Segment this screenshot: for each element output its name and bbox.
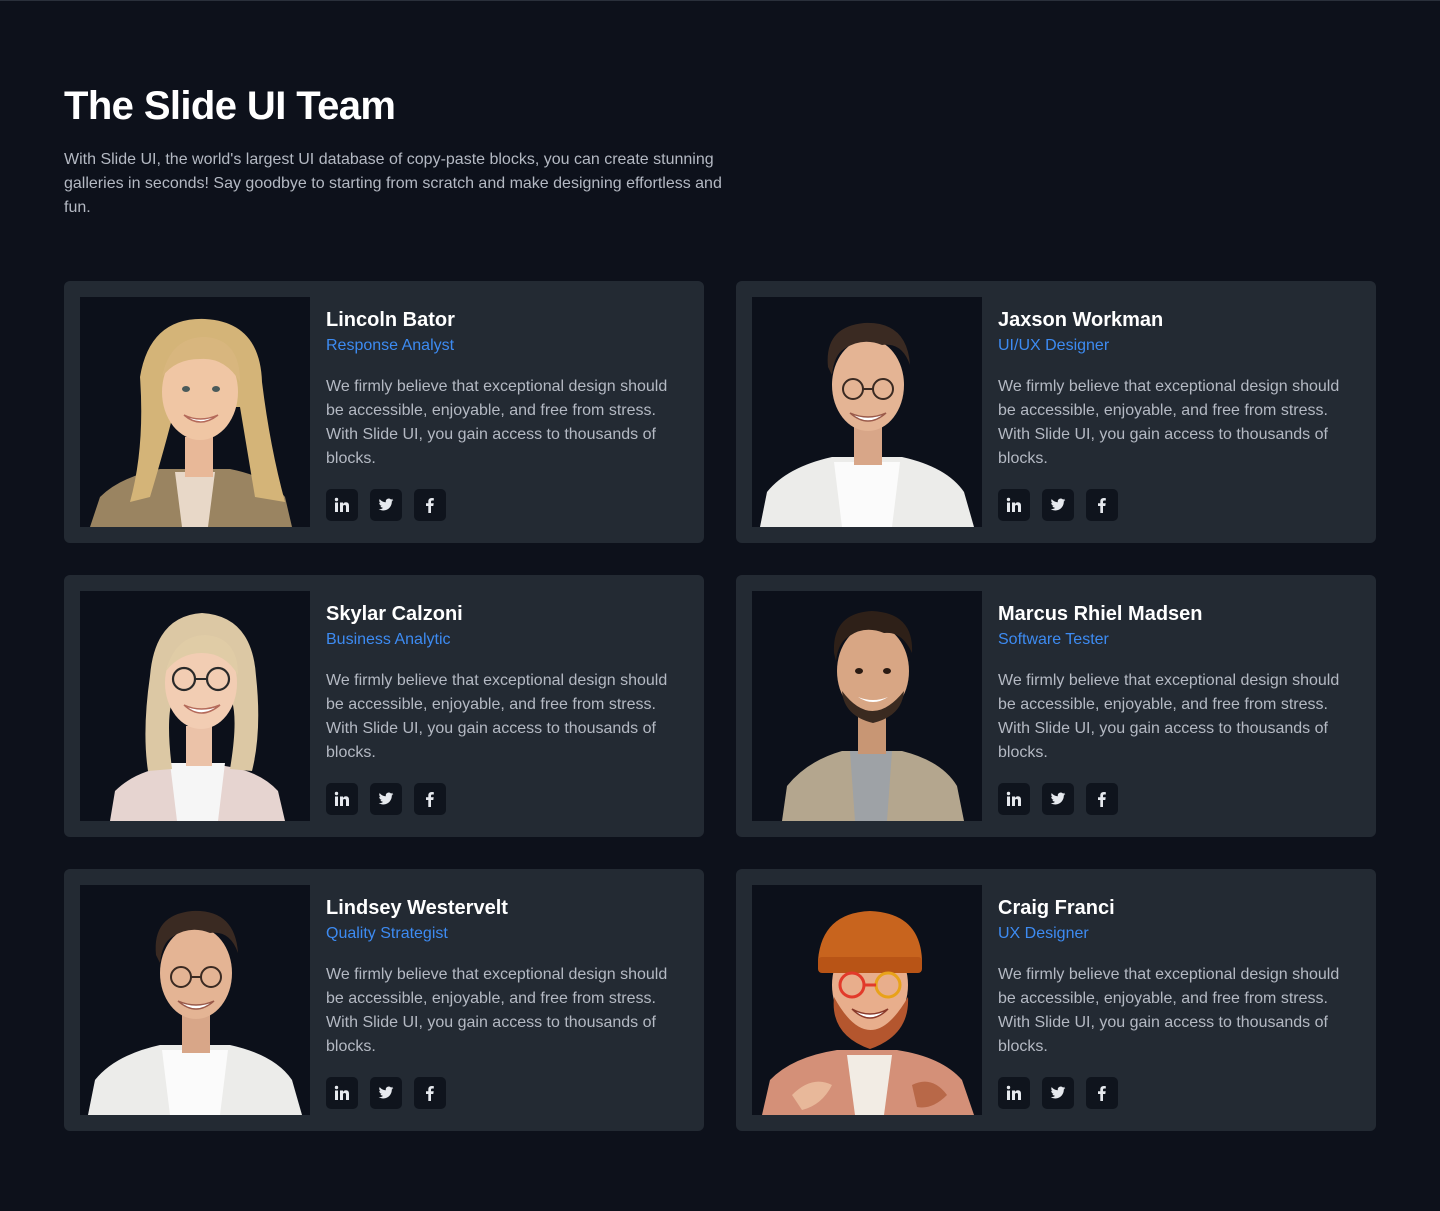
member-name: Craig Franci	[998, 897, 1115, 919]
linkedin-icon	[334, 1085, 349, 1100]
member-role[interactable]: Software Tester	[998, 629, 1360, 651]
facebook-button[interactable]	[414, 783, 446, 815]
member-name: Marcus Rhiel Madsen	[998, 603, 1203, 625]
linkedin-icon	[1006, 1085, 1021, 1100]
member-photo	[752, 885, 982, 1115]
linkedin-icon	[334, 497, 349, 512]
page-subtitle: With Slide UI, the world's largest UI da…	[64, 151, 722, 216]
member-info: Jaxson Workman UI/UX Designer We firmly …	[998, 297, 1360, 527]
linkedin-button[interactable]	[326, 783, 358, 815]
social-links	[998, 783, 1360, 815]
team-grid: Lincoln Bator Response Analyst We firmly…	[64, 281, 1376, 1131]
team-card: Jaxson Workman UI/UX Designer We firmly …	[736, 281, 1376, 543]
section-header: The Slide UI Team With Slide UI, the wor…	[64, 82, 724, 220]
member-info: Craig Franci UX Designer We firmly belie…	[998, 885, 1360, 1115]
member-role[interactable]: Response Analyst	[326, 335, 688, 357]
member-info: Skylar Calzoni Business Analytic We firm…	[326, 591, 688, 821]
facebook-button[interactable]	[1086, 783, 1118, 815]
member-bio: We firmly believe that exceptional desig…	[998, 378, 1340, 467]
twitter-button[interactable]	[1042, 1077, 1074, 1109]
linkedin-button[interactable]	[998, 783, 1030, 815]
twitter-icon	[378, 792, 394, 805]
member-role[interactable]: Quality Strategist	[326, 923, 688, 945]
linkedin-button[interactable]	[326, 1077, 358, 1109]
linkedin-button[interactable]	[998, 489, 1030, 521]
member-info: Marcus Rhiel Madsen Software Tester We f…	[998, 591, 1360, 821]
twitter-button[interactable]	[1042, 783, 1074, 815]
member-info: Lincoln Bator Response Analyst We firmly…	[326, 297, 688, 527]
member-bio: We firmly believe that exceptional desig…	[326, 672, 668, 761]
member-bio: We firmly believe that exceptional desig…	[998, 966, 1340, 1055]
facebook-icon	[426, 498, 434, 513]
twitter-button[interactable]	[1042, 489, 1074, 521]
team-card: Lincoln Bator Response Analyst We firmly…	[64, 281, 704, 543]
team-card: Lindsey Westervelt Quality Strategist We…	[64, 869, 704, 1131]
social-links	[326, 489, 688, 521]
facebook-icon	[1098, 1086, 1106, 1101]
twitter-icon	[1050, 792, 1066, 805]
member-bio: We firmly believe that exceptional desig…	[326, 966, 668, 1055]
facebook-button[interactable]	[1086, 489, 1118, 521]
facebook-icon	[1098, 792, 1106, 807]
twitter-icon	[1050, 498, 1066, 511]
facebook-button[interactable]	[414, 489, 446, 521]
twitter-icon	[1050, 1086, 1066, 1099]
page-title: The Slide UI Team	[64, 84, 396, 128]
member-photo	[80, 591, 310, 821]
team-card: Skylar Calzoni Business Analytic We firm…	[64, 575, 704, 837]
facebook-button[interactable]	[1086, 1077, 1118, 1109]
twitter-icon	[378, 498, 394, 511]
member-bio: We firmly believe that exceptional desig…	[998, 672, 1340, 761]
social-links	[326, 783, 688, 815]
member-name: Lindsey Westervelt	[326, 897, 508, 919]
member-role[interactable]: Business Analytic	[326, 629, 688, 651]
member-bio: We firmly believe that exceptional desig…	[326, 378, 668, 467]
linkedin-button[interactable]	[998, 1077, 1030, 1109]
member-name: Jaxson Workman	[998, 309, 1164, 331]
linkedin-icon	[1006, 791, 1021, 806]
member-photo	[752, 297, 982, 527]
social-links	[998, 489, 1360, 521]
member-photo	[80, 297, 310, 527]
member-photo	[752, 591, 982, 821]
social-links	[326, 1077, 688, 1109]
linkedin-icon	[334, 791, 349, 806]
facebook-icon	[1098, 498, 1106, 513]
twitter-button[interactable]	[370, 783, 402, 815]
linkedin-icon	[1006, 497, 1021, 512]
linkedin-button[interactable]	[326, 489, 358, 521]
member-role[interactable]: UI/UX Designer	[998, 335, 1360, 357]
twitter-button[interactable]	[370, 489, 402, 521]
team-card: Marcus Rhiel Madsen Software Tester We f…	[736, 575, 1376, 837]
member-photo	[80, 885, 310, 1115]
twitter-icon	[378, 1086, 394, 1099]
member-name: Skylar Calzoni	[326, 603, 463, 625]
social-links	[998, 1077, 1360, 1109]
top-divider	[0, 0, 1440, 1]
twitter-button[interactable]	[370, 1077, 402, 1109]
member-name: Lincoln Bator	[326, 309, 455, 331]
member-info: Lindsey Westervelt Quality Strategist We…	[326, 885, 688, 1115]
facebook-icon	[426, 1086, 434, 1101]
member-role[interactable]: UX Designer	[998, 923, 1360, 945]
facebook-button[interactable]	[414, 1077, 446, 1109]
facebook-icon	[426, 792, 434, 807]
team-card: Craig Franci UX Designer We firmly belie…	[736, 869, 1376, 1131]
